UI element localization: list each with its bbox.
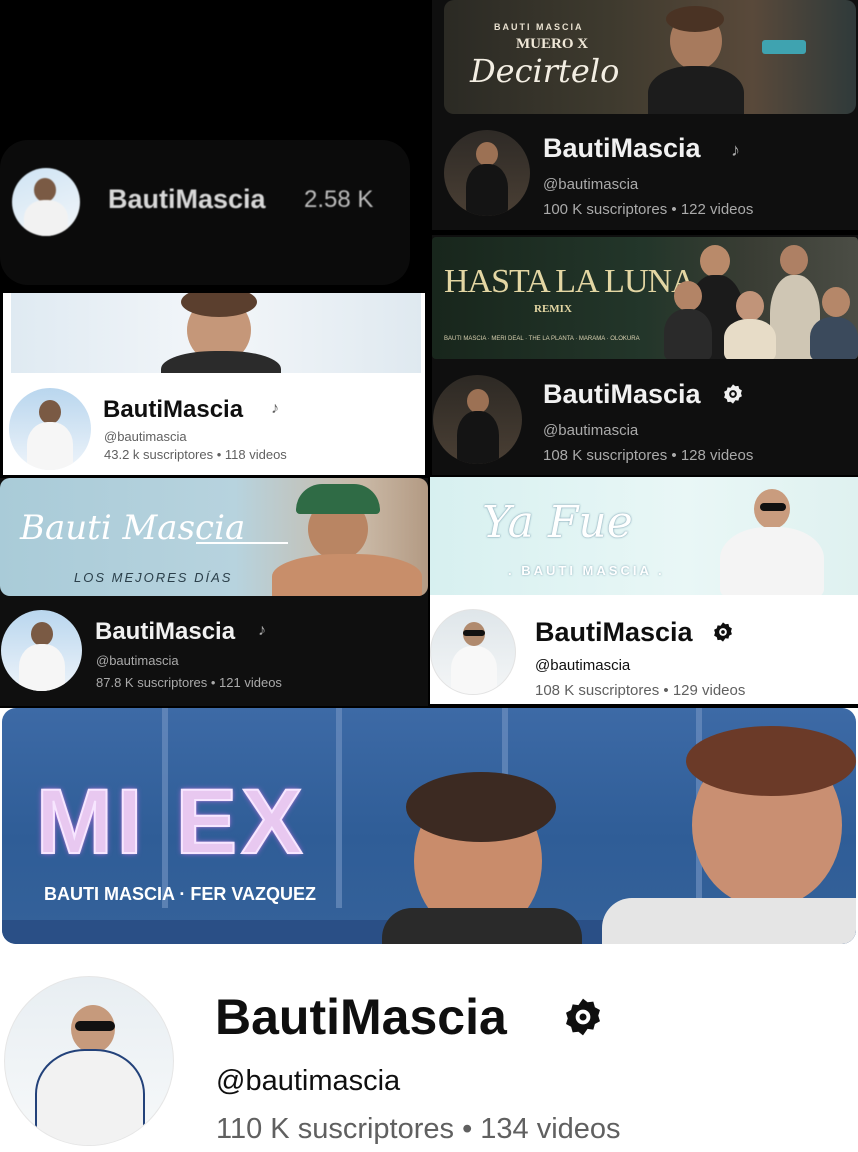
channel-handle: @bautimascia (543, 176, 639, 193)
subscriber-count: 2.58 K (304, 186, 374, 213)
channel-avatar[interactable] (4, 976, 174, 1146)
banner-credits: BAUTI MASCIA · MERI DEAL · THE LA PLANTA… (444, 336, 640, 342)
channel-name[interactable]: BautiMascia (543, 133, 701, 164)
channel-banner (11, 293, 421, 373)
channel-panel-miex: MI EX BAUTI MASCIA · FER VAZQUEZ BautiMa… (0, 708, 858, 1152)
verified-artist-icon (712, 621, 734, 643)
channel-banner: MI EX BAUTI MASCIA · FER VAZQUEZ (2, 708, 856, 944)
banner-title: MI EX (35, 770, 307, 874)
channel-handle: @bautimascia (216, 1065, 401, 1097)
channel-name[interactable]: BautiMascia (108, 184, 266, 215)
channel-handle: @bautimascia (104, 429, 187, 444)
channel-handle: @bautimascia (96, 653, 179, 668)
music-note-icon: ♪ (731, 140, 740, 160)
banner-credits: BAUTI MASCIA · FER VAZQUEZ (44, 884, 316, 904)
channel-banner: HASTA LA LUNA REMIX BAUTI MASCIA · MERI … (432, 237, 858, 359)
channel-stats: 43.2 k suscriptores • 118 videos (104, 447, 287, 462)
channel-avatar[interactable] (430, 609, 516, 695)
channel-name[interactable]: BautiMascia (103, 396, 243, 424)
banner-title-script: Decirtelo (470, 52, 620, 90)
channel-name[interactable]: BautiMascia (95, 618, 235, 646)
banner-script-title: Ya Fue (482, 497, 633, 548)
channel-name[interactable]: BautiMascia (535, 617, 693, 648)
channel-panel-hasta: HASTA LA LUNA REMIX BAUTI MASCIA · MERI … (432, 235, 858, 475)
channel-stats: 100 K suscriptores • 122 videos (543, 201, 754, 218)
channel-banner: BAUTI MASCIA MUERO X Decirtelo (444, 0, 856, 114)
channel-panel-mejores: Bauti Mascia LOS MEJORES DÍAS BautiMasci… (0, 478, 428, 706)
verified-artist-icon (562, 996, 604, 1038)
channel-avatar[interactable] (444, 130, 530, 216)
banner-subtitle: LOS MEJORES DÍAS (74, 570, 233, 585)
channel-name[interactable]: BautiMascia (215, 988, 507, 1046)
channel-panel-yafue: Ya Fue . BAUTI MASCIA . BautiMascia @bau… (430, 477, 858, 704)
channel-stats: 108 K suscriptores • 128 videos (543, 447, 754, 464)
banner-subtitle: REMIX (534, 303, 572, 315)
channel-stats: 108 K suscriptores • 129 videos (535, 682, 746, 699)
channel-panel-white: BautiMascia ♪ @bautimascia 43.2 k suscri… (3, 293, 425, 475)
music-note-icon: ♪ (258, 622, 266, 639)
music-note-icon: ♪ (271, 400, 279, 417)
banner-subtitle: . BAUTI MASCIA . (508, 563, 665, 578)
channel-stats: 110 K suscriptores • 134 videos (216, 1113, 621, 1145)
banner-title-top: MUERO X (516, 36, 589, 52)
channel-banner: Bauti Mascia LOS MEJORES DÍAS (0, 478, 428, 596)
channel-handle: @bautimascia (543, 422, 639, 439)
channel-panel-muero: BAUTI MASCIA MUERO X Decirtelo BautiMasc… (432, 0, 858, 230)
channel-stats: 87.8 K suscriptores • 121 videos (96, 675, 282, 690)
channel-name[interactable]: BautiMascia (543, 379, 701, 410)
channel-avatar[interactable] (12, 168, 80, 236)
verified-artist-icon (722, 383, 744, 405)
channel-avatar[interactable] (433, 375, 522, 464)
compact-channel-bar[interactable]: BautiMascia 2.58 K (0, 140, 410, 285)
banner-artist: BAUTI MASCIA (494, 22, 584, 32)
banner-title: HASTA LA LUNA (444, 263, 696, 300)
channel-handle: @bautimascia (535, 657, 631, 674)
channel-avatar[interactable] (9, 388, 91, 470)
channel-avatar[interactable] (1, 610, 82, 691)
channel-banner: Ya Fue . BAUTI MASCIA . (430, 477, 858, 595)
